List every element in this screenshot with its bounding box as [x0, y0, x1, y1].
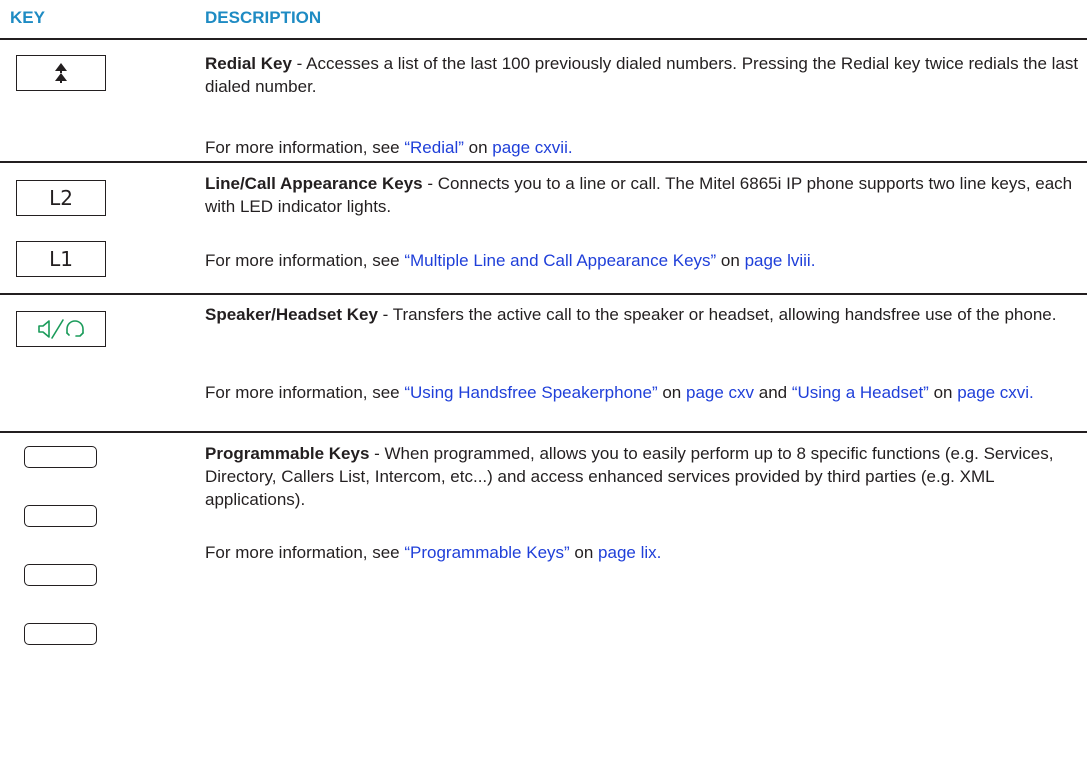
programmable-keys-page-link[interactable]: page lix. [598, 543, 661, 562]
line-keys-page-link[interactable]: page lviii. [745, 251, 816, 270]
redial-up-arrows-icon [55, 63, 67, 83]
programmable-key-4[interactable] [24, 623, 97, 645]
handsfree-page-link[interactable]: page cxv [686, 383, 754, 402]
line-key-l1[interactable]: L1 [16, 241, 106, 277]
programmable-key-3[interactable] [24, 564, 97, 586]
column-header-key: KEY [10, 8, 45, 27]
line-keys-title: Line/Call Appearance Keys [205, 174, 423, 193]
redial-link[interactable]: “Redial” [404, 138, 464, 157]
programmable-keys-description: Programmable Keys - When programmed, all… [205, 444, 1054, 509]
line-keys-description: Line/Call Appearance Keys - Connects you… [205, 174, 1073, 216]
line-key-l2[interactable]: L2 [16, 180, 106, 216]
redial-title: Redial Key [205, 54, 292, 73]
redial-key[interactable] [16, 55, 106, 91]
headset-page-link[interactable]: page cxvi. [957, 383, 1034, 402]
programmable-keys-more-info: For more information, see “Programmable … [205, 543, 662, 562]
programmable-keys-title: Programmable Keys [205, 444, 370, 463]
row-divider [0, 161, 1087, 163]
column-header-description: DESCRIPTION [205, 8, 322, 27]
programmable-key-2[interactable] [24, 505, 97, 527]
speaker-headset-title: Speaker/Headset Key [205, 305, 378, 324]
row-divider [0, 431, 1087, 433]
redial-more-info: For more information, see “Redial” on pa… [205, 138, 573, 157]
redial-description: Redial Key - Accesses a list of the last… [205, 54, 1079, 96]
speaker-headset-description: Speaker/Headset Key - Transfers the acti… [205, 305, 1057, 324]
speaker-headset-more-info: For more information, see “Using Handsfr… [205, 383, 1034, 402]
speaker-headset-icon [38, 319, 84, 339]
handsfree-link[interactable]: “Using Handsfree Speakerphone” [404, 383, 657, 402]
line-keys-link[interactable]: “Multiple Line and Call Appearance Keys” [404, 251, 716, 270]
row-divider [0, 293, 1087, 295]
programmable-keys-link[interactable]: “Programmable Keys” [404, 543, 569, 562]
programmable-key-1[interactable] [24, 446, 97, 468]
headset-link[interactable]: “Using a Headset” [792, 383, 929, 402]
line-keys-more-info: For more information, see “Multiple Line… [205, 251, 816, 270]
header-divider [0, 38, 1087, 40]
redial-page-link[interactable]: page cxvii. [492, 138, 572, 157]
speaker-headset-key[interactable] [16, 311, 106, 347]
